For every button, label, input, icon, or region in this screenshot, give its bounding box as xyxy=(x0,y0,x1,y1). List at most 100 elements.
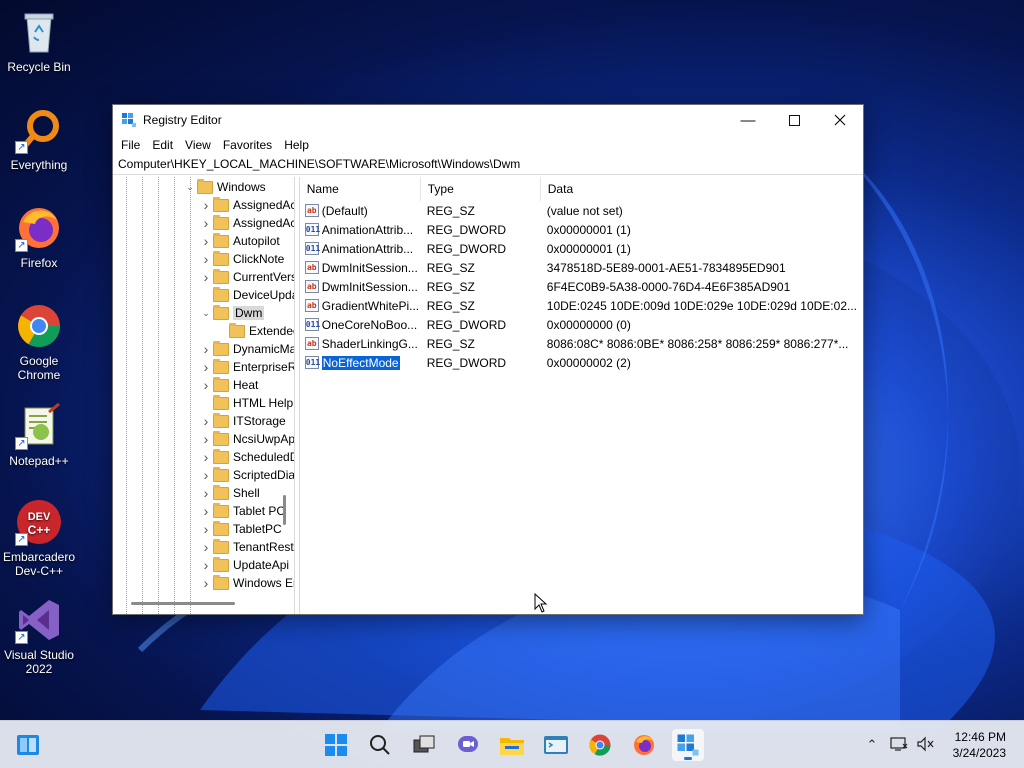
address-bar[interactable]: Computer\HKEY_LOCAL_MACHINE\SOFTWARE\Mic… xyxy=(113,155,863,175)
value-data: 0x00000001 (1) xyxy=(546,222,631,237)
chevron-right-icon[interactable]: › xyxy=(199,197,213,213)
chrome-icon[interactable] xyxy=(584,729,616,761)
value-name-cell: ab (Default) xyxy=(300,204,421,218)
column-header-name[interactable]: Name xyxy=(300,176,421,201)
value-row[interactable]: 011 AnimationAttrib... REG_DWORD 0x00000001… xyxy=(300,220,863,239)
chevron-right-icon[interactable]: › xyxy=(199,449,213,465)
registry-editor-icon[interactable] xyxy=(672,729,704,761)
tree-item[interactable]: › ITStorage xyxy=(199,412,286,430)
tree-item[interactable]: ⌄ Windows xyxy=(183,178,266,196)
tree-item[interactable]: › Shell xyxy=(199,484,260,502)
tree-item[interactable]: › ScheduledDiag xyxy=(199,448,294,466)
volume-muted-icon[interactable] xyxy=(916,736,934,755)
tree-item[interactable]: › Windows Error xyxy=(199,574,294,592)
chevron-right-icon[interactable]: › xyxy=(199,485,213,501)
value-row[interactable]: ab DwmInitSession... REG_SZ 6F4EC0B9-5A38-0… xyxy=(300,277,863,296)
value-data: (value not set) xyxy=(546,203,623,218)
tree-item[interactable]: › AssignedAcce xyxy=(199,214,294,232)
tree-item[interactable]: › EnterpriseReso xyxy=(199,358,294,376)
column-header-data[interactable]: Data xyxy=(541,177,863,201)
tree-item[interactable]: › AssignedAcce xyxy=(199,196,294,214)
chevron-right-icon[interactable]: › xyxy=(199,557,213,573)
chevron-right-icon[interactable]: › xyxy=(199,467,213,483)
menu-view[interactable]: View xyxy=(179,138,217,152)
chevron-right-icon[interactable]: › xyxy=(199,359,213,375)
value-row[interactable]: 011 NoEffectMode REG_DWORD 0x00000002 (2) xyxy=(300,353,863,372)
value-row[interactable]: ab ShaderLinkingG... REG_SZ 8086:08C* 8086:… xyxy=(300,334,863,353)
chevron-right-icon[interactable]: › xyxy=(199,341,213,357)
chat-icon[interactable] xyxy=(452,729,484,761)
desktop-icon-label: Visual Studio 2022 xyxy=(4,648,74,676)
chevron-down-icon[interactable]: ⌄ xyxy=(199,308,213,319)
clock[interactable]: 12:46 PM 3/24/2023 xyxy=(953,729,1006,761)
tree-item[interactable]: › ClickNote xyxy=(199,250,284,268)
tree-item[interactable]: › Tablet PC xyxy=(199,502,285,520)
desktop-icon-dev-cpp[interactable]: DEV C++ ↗ Embarcadero Dev-C++ xyxy=(2,498,76,578)
key-tree-pane[interactable]: ⌄ Windows › AssignedAcce › AssignedAcce › Autop… xyxy=(113,177,296,614)
chevron-right-icon[interactable]: › xyxy=(199,431,213,447)
chevron-right-icon[interactable]: › xyxy=(199,251,213,267)
menu-file[interactable]: File xyxy=(115,138,146,152)
value-row[interactable]: ab GradientWhitePi... REG_SZ 10DE:0245 10DE… xyxy=(300,296,863,315)
tree-vertical-scrollbar[interactable] xyxy=(283,495,287,525)
start-icon[interactable] xyxy=(320,729,352,761)
tree-horizontal-scrollbar[interactable] xyxy=(131,602,235,605)
tree-item[interactable]: › CurrentVersion xyxy=(199,268,294,286)
chevron-right-icon[interactable]: › xyxy=(199,575,213,591)
value-row[interactable]: 011 OneCoreNoBoo... REG_DWORD 0x00000000 (0… xyxy=(300,315,863,334)
desktop-icon-firefox[interactable]: ↗ Firefox xyxy=(2,204,76,270)
desktop-icon-everything[interactable]: ↗ Everything xyxy=(2,106,76,172)
folder-icon xyxy=(213,340,229,356)
tree-item[interactable]: HTML Help xyxy=(199,394,293,412)
tree-item[interactable]: › Heat xyxy=(199,376,258,394)
binary-value-icon: 011 xyxy=(304,223,321,236)
chevron-right-icon[interactable]: › xyxy=(199,539,213,555)
tree-item[interactable]: › TabletPC xyxy=(199,520,282,538)
file-explorer-icon[interactable] xyxy=(496,729,528,761)
tree-item[interactable]: › Autopilot xyxy=(199,232,280,250)
menu-favorites[interactable]: Favorites xyxy=(217,138,278,152)
search-icon[interactable] xyxy=(364,729,396,761)
chevron-right-icon[interactable]: › xyxy=(199,269,213,285)
values-list-pane[interactable]: Name Type Data ab (Default) REG_SZ (value n… xyxy=(298,176,863,614)
title-bar[interactable]: Registry Editor — xyxy=(113,105,863,135)
value-row[interactable]: ab (Default) REG_SZ (value not set) xyxy=(300,201,863,220)
desktop-icon-recycle-bin[interactable]: Recycle Bin xyxy=(2,8,76,74)
value-row[interactable]: 011 AnimationAttrib... REG_DWORD 0x00000001… xyxy=(300,239,863,258)
chevron-right-icon[interactable]: › xyxy=(199,215,213,231)
desktop-icon-chrome[interactable]: Google Chrome xyxy=(2,302,76,382)
value-row[interactable]: ab DwmInitSession... REG_SZ 3478518D-5E89-0… xyxy=(300,258,863,277)
tree-item[interactable]: › DynamicMana xyxy=(199,340,294,358)
desktop-icon-notepad-plus-plus[interactable]: ↗ Notepad++ xyxy=(2,402,76,468)
chevron-right-icon[interactable]: › xyxy=(199,377,213,393)
folder-icon xyxy=(213,232,229,248)
task-view-icon[interactable] xyxy=(408,729,440,761)
tree-item[interactable]: › UpdateApi xyxy=(199,556,289,574)
chevron-up-icon[interactable]: ⌃ xyxy=(862,737,882,753)
chevron-right-icon[interactable]: › xyxy=(199,503,213,519)
minimize-button[interactable]: — xyxy=(725,105,771,135)
chevron-right-icon[interactable]: › xyxy=(199,521,213,537)
terminal-icon[interactable] xyxy=(540,729,572,761)
tree-item[interactable]: ExtendedC xyxy=(215,322,294,340)
menu-help[interactable]: Help xyxy=(278,138,315,152)
tree-item[interactable]: ⌄ Dwm xyxy=(199,304,265,322)
tree-item[interactable]: › ScriptedDiagn xyxy=(199,466,294,484)
desktop-icon-visual-studio[interactable]: ↗ Visual Studio 2022 xyxy=(2,596,76,676)
value-name-cell: 011 AnimationAttrib... xyxy=(300,223,421,237)
registry-editor-window[interactable]: Registry Editor — File Edit View Favorit… xyxy=(112,104,864,615)
chevron-right-icon[interactable]: › xyxy=(199,233,213,249)
menu-edit[interactable]: Edit xyxy=(146,138,179,152)
tree-item[interactable]: › NcsiUwpApp xyxy=(199,430,294,448)
tree-item[interactable]: › TenantRestrict xyxy=(199,538,294,556)
chevron-right-icon[interactable]: › xyxy=(199,413,213,429)
tree-item-label: Heat xyxy=(233,378,259,392)
column-header-type[interactable]: Type xyxy=(421,176,541,201)
chevron-down-icon[interactable]: ⌄ xyxy=(183,182,197,193)
firefox-icon[interactable] xyxy=(628,729,660,761)
show-desktop-widget-icon[interactable] xyxy=(12,729,44,761)
tree-item[interactable]: DeviceUpdate xyxy=(199,286,294,304)
close-button[interactable] xyxy=(817,105,863,135)
maximize-button[interactable] xyxy=(771,105,817,135)
network-icon[interactable] xyxy=(890,736,908,755)
